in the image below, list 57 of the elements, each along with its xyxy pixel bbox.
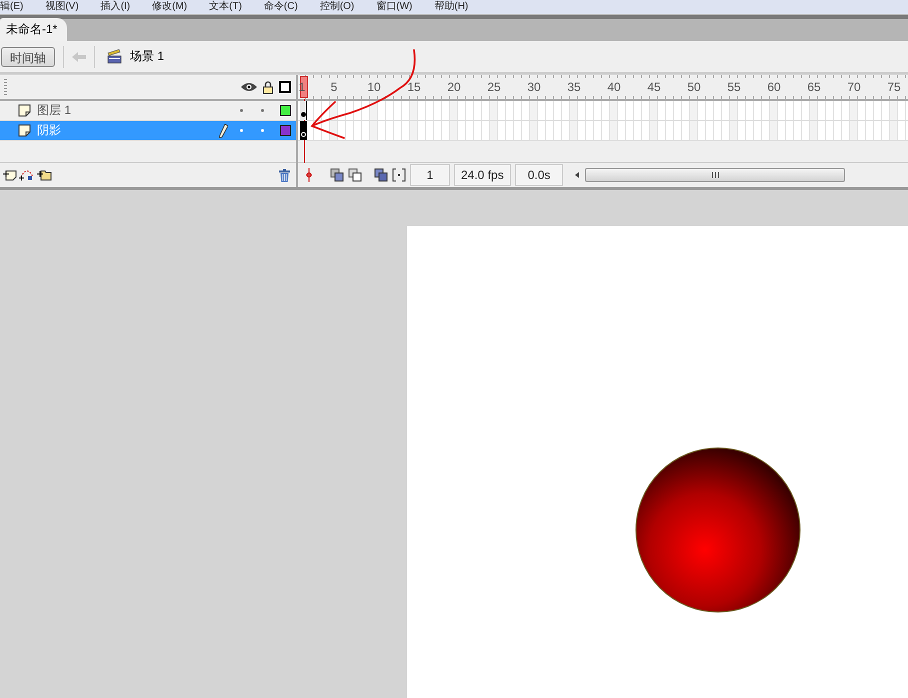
menu-item[interactable]: 文本(T)	[209, 0, 242, 14]
layer-page-icon	[18, 104, 31, 117]
frame-number: 10	[367, 80, 381, 94]
frame-number: 25	[487, 80, 501, 94]
outline-square-icon[interactable]	[279, 81, 291, 93]
frame-number: 15	[407, 80, 421, 94]
menu-item[interactable]: 命令(C)	[264, 0, 298, 14]
modify-markers-icon[interactable]	[392, 168, 406, 182]
elapsed-time-field[interactable]: 0.0s	[514, 164, 564, 186]
current-frame-field[interactable]: 1	[410, 164, 450, 186]
lock-dot-icon[interactable]	[261, 109, 264, 112]
clapperboard-icon	[107, 49, 122, 64]
playhead-line	[304, 99, 305, 163]
menu-item[interactable]: 修改(M)	[152, 0, 188, 14]
frame-number: 55	[727, 80, 741, 94]
frame-number: 35	[567, 80, 581, 94]
frame-number: 40	[607, 80, 621, 94]
scroll-left-icon[interactable]	[575, 172, 580, 178]
frame-number: 50	[687, 80, 701, 94]
lock-icon[interactable]	[263, 80, 273, 94]
keyframe[interactable]	[300, 101, 307, 120]
onion-skin-icon[interactable]	[330, 168, 344, 182]
frame-number: 45	[647, 80, 661, 94]
add-layer-icon[interactable]	[3, 169, 17, 181]
frame-number: 30	[527, 80, 541, 94]
frame-number: 70	[847, 80, 861, 94]
layer-name: 图层 1	[37, 102, 72, 119]
timeline-button[interactable]: 时间轴	[1, 46, 55, 66]
menu-item[interactable]: 视图(V)	[45, 0, 79, 14]
menu-item[interactable]: 窗口(W)	[376, 0, 412, 14]
layer-name: 阴影	[37, 122, 61, 139]
scrollbar-thumb[interactable]	[585, 168, 846, 182]
visibility-dot-icon[interactable]	[240, 129, 243, 132]
visibility-dot-icon[interactable]	[240, 109, 243, 112]
trash-icon[interactable]	[279, 168, 290, 182]
scene-label[interactable]: 场景 1	[130, 48, 164, 65]
frame-number: 5	[330, 80, 338, 94]
onion-outline-icon[interactable]	[348, 168, 362, 182]
keyframe[interactable]	[300, 121, 307, 140]
add-guide-layer-icon[interactable]	[19, 169, 35, 181]
menu-item[interactable]: 帮助(H)	[434, 0, 468, 14]
menu-item[interactable]: 辑(E)	[0, 0, 24, 14]
eye-icon[interactable]	[241, 82, 257, 92]
menu-item[interactable]: 控制(O)	[320, 0, 354, 14]
layer-page-icon	[18, 124, 31, 137]
document-tab[interactable]: 未命名-1*	[0, 18, 68, 41]
frame-rate-field[interactable]: 24.0 fps	[454, 164, 511, 186]
edit-multiple-frames-icon[interactable]	[374, 168, 388, 182]
frame-number: 75	[887, 80, 901, 94]
outline-color-swatch[interactable]	[280, 125, 291, 136]
frame-number: 60	[767, 80, 781, 94]
menu-item[interactable]: 插入(I)	[100, 0, 130, 14]
frame-number: 20	[447, 80, 461, 94]
outline-color-swatch[interactable]	[280, 105, 291, 116]
frame-number: 65	[807, 80, 821, 94]
lock-dot-icon[interactable]	[261, 129, 264, 132]
add-folder-icon[interactable]	[37, 169, 52, 181]
